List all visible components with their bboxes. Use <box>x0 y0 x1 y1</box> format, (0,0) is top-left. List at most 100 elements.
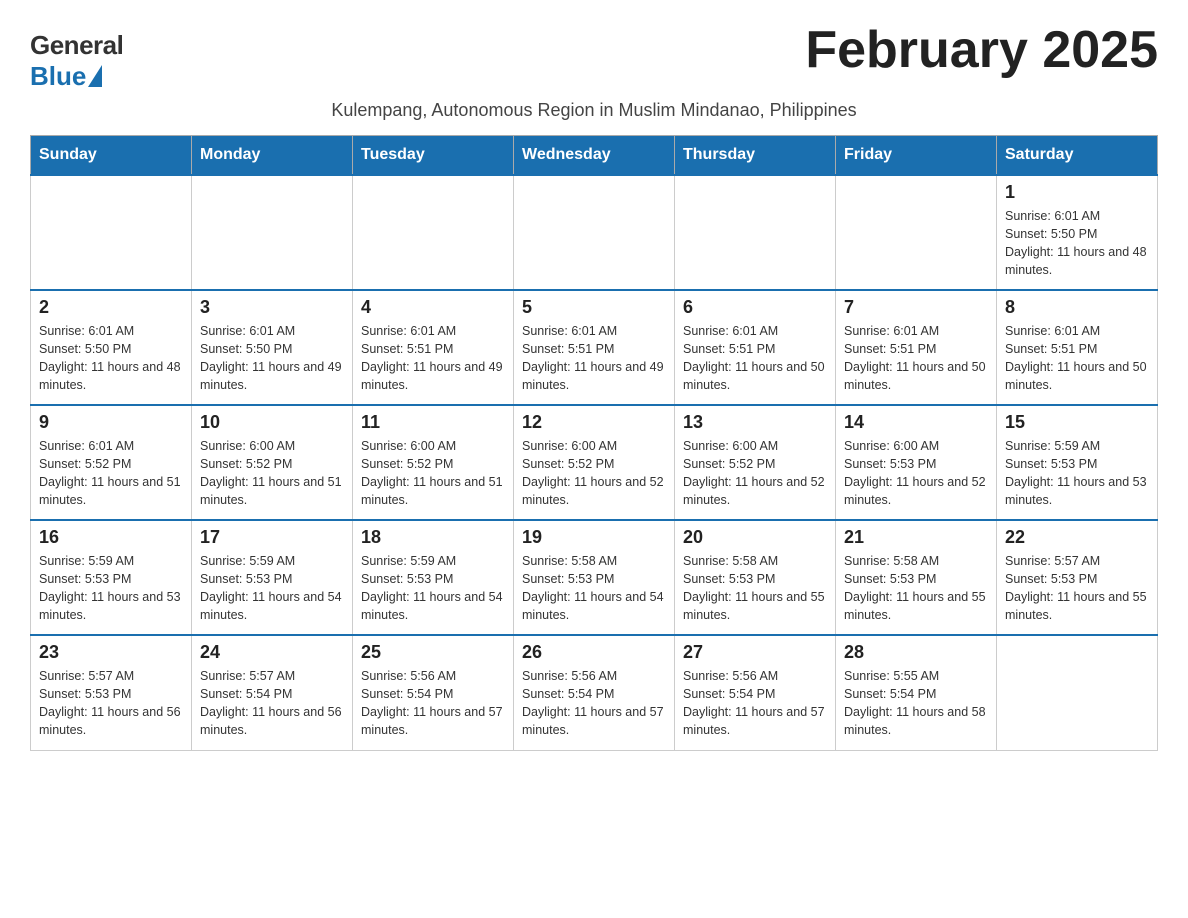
day-number: 22 <box>1005 527 1149 548</box>
week-row: 16 Sunrise: 5:59 AM Sunset: 5:53 PM Dayli… <box>31 520 1158 635</box>
day-info: Sunrise: 6:01 AM Sunset: 5:51 PM Dayligh… <box>361 322 505 395</box>
day-of-week-header: Friday <box>836 136 997 176</box>
calendar-cell: 1 Sunrise: 6:01 AM Sunset: 5:50 PM Daylig… <box>997 175 1158 290</box>
calendar-cell: 25 Sunrise: 5:56 AM Sunset: 5:54 PM Dayli… <box>353 635 514 750</box>
calendar-cell: 2 Sunrise: 6:01 AM Sunset: 5:50 PM Daylig… <box>31 290 192 405</box>
day-number: 21 <box>844 527 988 548</box>
logo: General Blue <box>30 30 123 92</box>
calendar-cell: 27 Sunrise: 5:56 AM Sunset: 5:54 PM Dayli… <box>675 635 836 750</box>
logo-blue: Blue <box>30 61 86 92</box>
day-number: 3 <box>200 297 344 318</box>
day-of-week-header: Sunday <box>31 136 192 176</box>
day-info: Sunrise: 5:55 AM Sunset: 5:54 PM Dayligh… <box>844 667 988 740</box>
calendar-cell: 22 Sunrise: 5:57 AM Sunset: 5:53 PM Dayli… <box>997 520 1158 635</box>
day-number: 6 <box>683 297 827 318</box>
day-number: 7 <box>844 297 988 318</box>
calendar-cell <box>353 175 514 290</box>
day-info: Sunrise: 5:56 AM Sunset: 5:54 PM Dayligh… <box>522 667 666 740</box>
day-number: 23 <box>39 642 183 663</box>
day-info: Sunrise: 5:58 AM Sunset: 5:53 PM Dayligh… <box>844 552 988 625</box>
calendar-cell: 21 Sunrise: 5:58 AM Sunset: 5:53 PM Dayli… <box>836 520 997 635</box>
calendar-cell: 14 Sunrise: 6:00 AM Sunset: 5:53 PM Dayli… <box>836 405 997 520</box>
day-number: 1 <box>1005 182 1149 203</box>
calendar-cell <box>997 635 1158 750</box>
day-info: Sunrise: 6:01 AM Sunset: 5:51 PM Dayligh… <box>683 322 827 395</box>
day-info: Sunrise: 5:58 AM Sunset: 5:53 PM Dayligh… <box>522 552 666 625</box>
day-number: 25 <box>361 642 505 663</box>
calendar-cell: 26 Sunrise: 5:56 AM Sunset: 5:54 PM Dayli… <box>514 635 675 750</box>
day-info: Sunrise: 5:57 AM Sunset: 5:53 PM Dayligh… <box>1005 552 1149 625</box>
calendar-cell: 3 Sunrise: 6:01 AM Sunset: 5:50 PM Daylig… <box>192 290 353 405</box>
calendar-cell <box>192 175 353 290</box>
day-number: 12 <box>522 412 666 433</box>
day-number: 18 <box>361 527 505 548</box>
calendar-cell: 19 Sunrise: 5:58 AM Sunset: 5:53 PM Dayli… <box>514 520 675 635</box>
day-info: Sunrise: 6:00 AM Sunset: 5:52 PM Dayligh… <box>361 437 505 510</box>
day-number: 2 <box>39 297 183 318</box>
day-info: Sunrise: 5:56 AM Sunset: 5:54 PM Dayligh… <box>361 667 505 740</box>
calendar-title: February 2025 <box>805 20 1158 80</box>
day-info: Sunrise: 6:01 AM Sunset: 5:51 PM Dayligh… <box>1005 322 1149 395</box>
day-info: Sunrise: 6:00 AM Sunset: 5:52 PM Dayligh… <box>200 437 344 510</box>
week-row: 9 Sunrise: 6:01 AM Sunset: 5:52 PM Daylig… <box>31 405 1158 520</box>
calendar-cell: 16 Sunrise: 5:59 AM Sunset: 5:53 PM Dayli… <box>31 520 192 635</box>
day-info: Sunrise: 5:58 AM Sunset: 5:53 PM Dayligh… <box>683 552 827 625</box>
day-info: Sunrise: 5:57 AM Sunset: 5:53 PM Dayligh… <box>39 667 183 740</box>
day-info: Sunrise: 6:00 AM Sunset: 5:53 PM Dayligh… <box>844 437 988 510</box>
calendar-cell: 8 Sunrise: 6:01 AM Sunset: 5:51 PM Daylig… <box>997 290 1158 405</box>
week-row: 23 Sunrise: 5:57 AM Sunset: 5:53 PM Dayli… <box>31 635 1158 750</box>
day-number: 13 <box>683 412 827 433</box>
calendar-cell: 5Sunrise: 6:01 AM Sunset: 5:51 PM Daylig… <box>514 290 675 405</box>
day-info: Sunrise: 6:01 AM Sunset: 5:52 PM Dayligh… <box>39 437 183 510</box>
calendar-cell: 17 Sunrise: 5:59 AM Sunset: 5:53 PM Dayli… <box>192 520 353 635</box>
day-number: 19 <box>522 527 666 548</box>
day-info: Sunrise: 6:01 AM Sunset: 5:51 PM Dayligh… <box>844 322 988 395</box>
day-number: 8 <box>1005 297 1149 318</box>
calendar-cell <box>514 175 675 290</box>
day-number: 9 <box>39 412 183 433</box>
day-number: 20 <box>683 527 827 548</box>
day-of-week-header: Monday <box>192 136 353 176</box>
logo-general: General <box>30 30 123 61</box>
day-info: Sunrise: 5:59 AM Sunset: 5:53 PM Dayligh… <box>39 552 183 625</box>
calendar-cell: 13Sunrise: 6:00 AM Sunset: 5:52 PM Dayli… <box>675 405 836 520</box>
day-of-week-header: Wednesday <box>514 136 675 176</box>
day-info: Sunrise: 6:01 AM Sunset: 5:50 PM Dayligh… <box>39 322 183 395</box>
calendar-cell: 23 Sunrise: 5:57 AM Sunset: 5:53 PM Dayli… <box>31 635 192 750</box>
calendar-cell: 10 Sunrise: 6:00 AM Sunset: 5:52 PM Dayli… <box>192 405 353 520</box>
calendar-table: SundayMondayTuesdayWednesdayThursdayFrid… <box>30 135 1158 751</box>
day-info: Sunrise: 6:01 AM Sunset: 5:50 PM Dayligh… <box>1005 207 1149 280</box>
day-number: 10 <box>200 412 344 433</box>
calendar-cell: 7 Sunrise: 6:01 AM Sunset: 5:51 PM Daylig… <box>836 290 997 405</box>
calendar-cell: 28Sunrise: 5:55 AM Sunset: 5:54 PM Dayli… <box>836 635 997 750</box>
calendar-cell <box>836 175 997 290</box>
day-number: 11 <box>361 412 505 433</box>
day-of-week-header: Tuesday <box>353 136 514 176</box>
day-info: Sunrise: 6:00 AM Sunset: 5:52 PM Dayligh… <box>522 437 666 510</box>
day-info: Sunrise: 6:01 AM Sunset: 5:50 PM Dayligh… <box>200 322 344 395</box>
day-number: 24 <box>200 642 344 663</box>
day-number: 17 <box>200 527 344 548</box>
calendar-cell: 9 Sunrise: 6:01 AM Sunset: 5:52 PM Daylig… <box>31 405 192 520</box>
day-info: Sunrise: 5:59 AM Sunset: 5:53 PM Dayligh… <box>1005 437 1149 510</box>
calendar-cell <box>675 175 836 290</box>
day-of-week-header: Thursday <box>675 136 836 176</box>
calendar-cell: 4 Sunrise: 6:01 AM Sunset: 5:51 PM Daylig… <box>353 290 514 405</box>
calendar-subtitle: Kulempang, Autonomous Region in Muslim M… <box>30 100 1158 121</box>
calendar-cell: 6 Sunrise: 6:01 AM Sunset: 5:51 PM Daylig… <box>675 290 836 405</box>
day-number: 15 <box>1005 412 1149 433</box>
header-row: SundayMondayTuesdayWednesdayThursdayFrid… <box>31 136 1158 176</box>
day-info: Sunrise: 5:59 AM Sunset: 5:53 PM Dayligh… <box>200 552 344 625</box>
day-number: 4 <box>361 297 505 318</box>
day-number: 26 <box>522 642 666 663</box>
calendar-cell: 15 Sunrise: 5:59 AM Sunset: 5:53 PM Dayli… <box>997 405 1158 520</box>
calendar-cell: 18Sunrise: 5:59 AM Sunset: 5:53 PM Dayli… <box>353 520 514 635</box>
day-number: 14 <box>844 412 988 433</box>
calendar-cell: 24Sunrise: 5:57 AM Sunset: 5:54 PM Dayli… <box>192 635 353 750</box>
day-number: 16 <box>39 527 183 548</box>
calendar-cell: 12 Sunrise: 6:00 AM Sunset: 5:52 PM Dayli… <box>514 405 675 520</box>
day-number: 27 <box>683 642 827 663</box>
day-info: Sunrise: 5:56 AM Sunset: 5:54 PM Dayligh… <box>683 667 827 740</box>
logo-triangle-icon <box>88 65 102 87</box>
day-number: 5 <box>522 297 666 318</box>
